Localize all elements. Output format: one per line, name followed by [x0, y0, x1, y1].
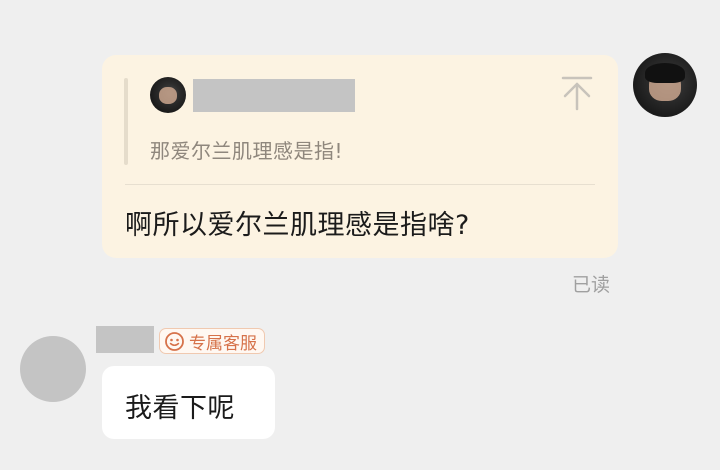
quote-divider	[125, 184, 595, 185]
agent-name-redacted	[96, 326, 154, 353]
received-message-bubble[interactable]: 我看下呢	[102, 366, 275, 439]
quoted-user-name-redacted	[193, 79, 355, 112]
arrow-up-to-top-icon[interactable]	[560, 75, 594, 111]
received-message-text: 我看下呢	[125, 393, 235, 424]
quoted-user-avatar	[150, 77, 186, 113]
agent-avatar[interactable]	[20, 336, 86, 402]
read-status: 已读	[572, 274, 611, 296]
sent-message-text: 啊所以爱尔兰肌理感是指啥?	[125, 210, 470, 241]
badge-label: 专属客服	[189, 333, 257, 354]
smiley-badge-icon	[164, 331, 185, 352]
exclusive-service-badge: 专属客服	[159, 328, 265, 354]
sender-avatar[interactable]	[633, 53, 697, 117]
quoted-message-text: 那爱尔兰肌理感是指!	[150, 139, 344, 163]
quote-accent-bar	[124, 78, 128, 165]
sent-message-bubble[interactable]: 那爱尔兰肌理感是指! 啊所以爱尔兰肌理感是指啥?	[102, 55, 618, 258]
